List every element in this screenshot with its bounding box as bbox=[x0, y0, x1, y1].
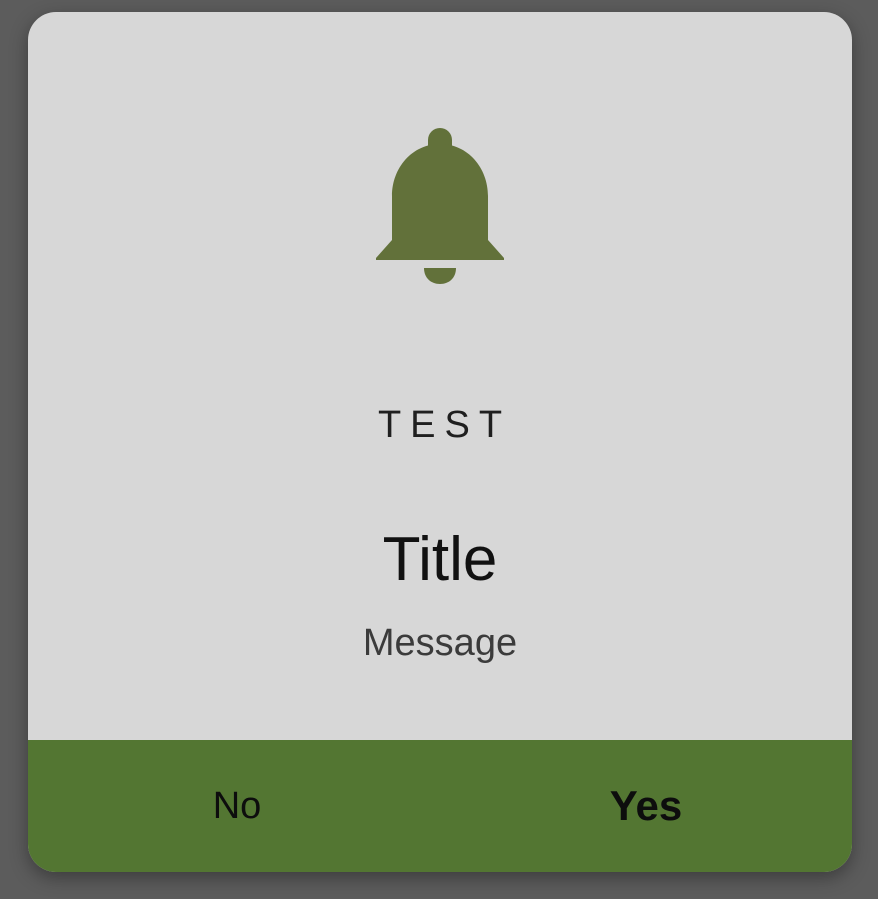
yes-button-label: Yes bbox=[609, 782, 683, 829]
bell-icon bbox=[376, 128, 504, 284]
dialog-message: Message bbox=[362, 622, 518, 664]
no-button[interactable]: No bbox=[28, 740, 440, 872]
yes-button[interactable]: Yes bbox=[440, 740, 852, 872]
no-button-label: No bbox=[212, 784, 262, 827]
alert-dialog: TEST Title Message No Yes bbox=[28, 12, 852, 872]
dialog-tag: TEST bbox=[377, 404, 512, 446]
dialog-button-bar: No Yes bbox=[28, 740, 852, 872]
dialog-title: Title bbox=[382, 525, 498, 594]
